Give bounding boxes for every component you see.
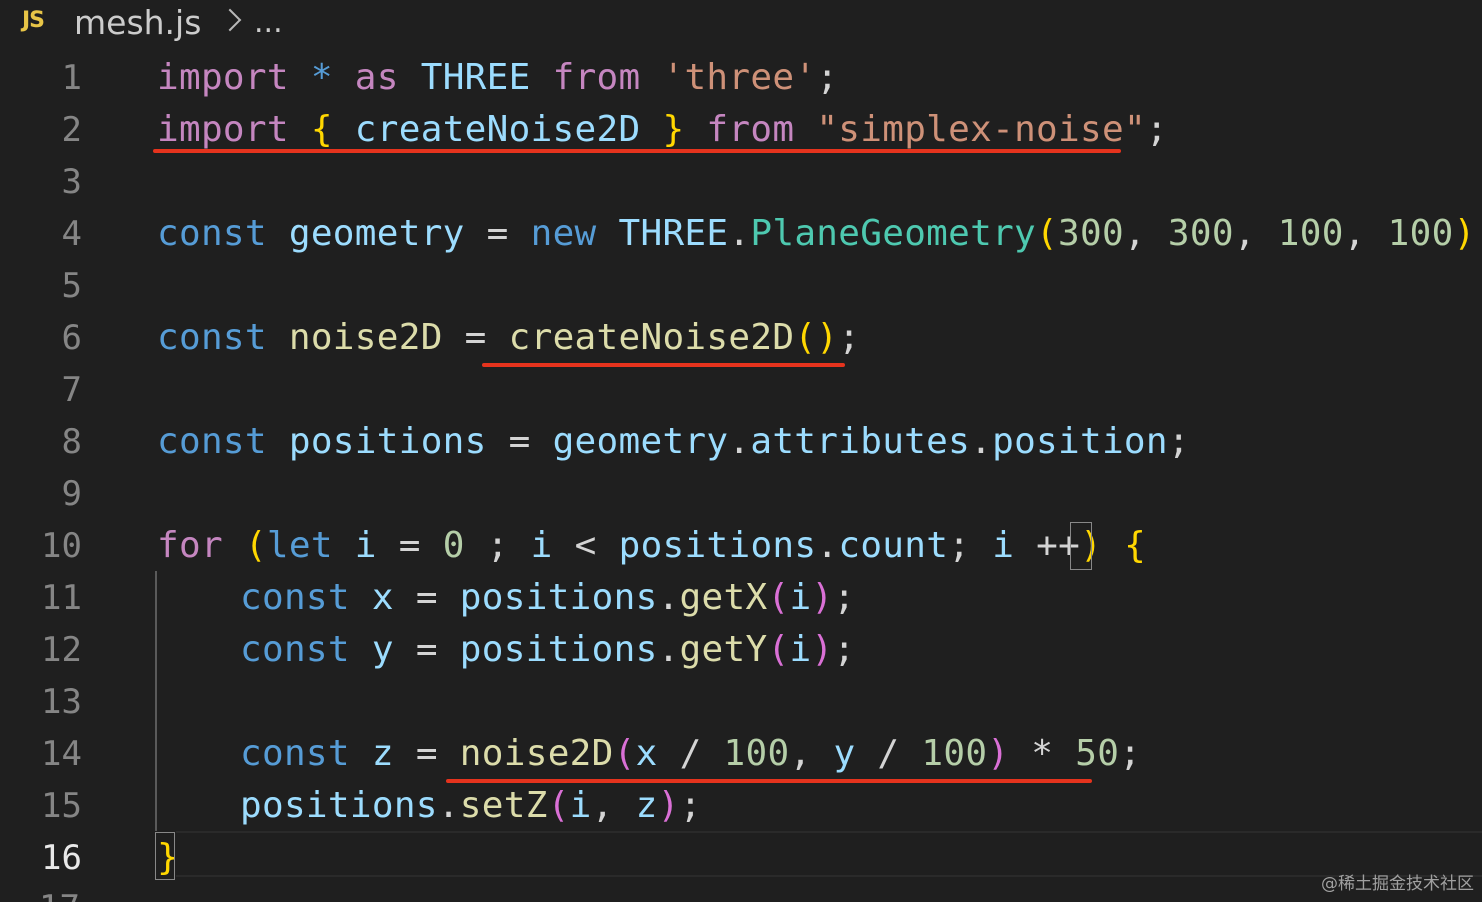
- line-number: 17: [0, 882, 80, 902]
- breadcrumb-file-name[interactable]: mesh.js: [74, 0, 201, 46]
- code-text[interactable]: const geometry = new THREE.PlaneGeometry…: [157, 208, 1482, 260]
- code-line-6[interactable]: 6 const noise2D = createNoise2D();: [0, 312, 1482, 364]
- line-number: 6: [61, 318, 82, 358]
- code-text[interactable]: const noise2D = createNoise2D();: [157, 312, 860, 364]
- code-line-10[interactable]: 10 for (let i = 0 ; i < positions.count;…: [0, 520, 1482, 572]
- code-text[interactable]: positions.setZ(i, z);: [240, 780, 702, 832]
- javascript-file-icon: JS: [22, 8, 45, 33]
- code-line-4[interactable]: 4 const geometry = new THREE.PlaneGeomet…: [0, 208, 1482, 260]
- code-line-14[interactable]: 14 const z = noise2D(x / 100, y / 100) *…: [0, 728, 1482, 780]
- code-editor[interactable]: JS mesh.js ... 1 import * as THREE from …: [0, 0, 1482, 902]
- code-text[interactable]: const positions = geometry.attributes.po…: [157, 416, 1190, 468]
- bracket-match-open: [1070, 522, 1092, 570]
- code-line-1[interactable]: 1 import * as THREE from 'three';: [0, 52, 1482, 104]
- code-line-5[interactable]: 5: [0, 260, 1482, 312]
- code-text[interactable]: const y = positions.getY(i);: [240, 624, 855, 676]
- code-line-16[interactable]: 16 }: [0, 832, 1482, 884]
- line-number: 9: [61, 474, 82, 514]
- code-line-13[interactable]: 13: [0, 676, 1482, 728]
- code-line-7[interactable]: 7: [0, 364, 1482, 416]
- line-number: 4: [61, 214, 82, 254]
- breadcrumb-more[interactable]: ...: [254, 0, 283, 46]
- line-number: 13: [41, 682, 82, 722]
- line-number: 8: [61, 422, 82, 462]
- code-line-9[interactable]: 9: [0, 468, 1482, 520]
- chevron-right-icon: [218, 8, 242, 32]
- line-number: 2: [61, 110, 82, 150]
- code-text[interactable]: const z = noise2D(x / 100, y / 100) * 50…: [240, 728, 1141, 780]
- code-line-8[interactable]: 8 const positions = geometry.attributes.…: [0, 416, 1482, 468]
- code-line-12[interactable]: 12 const y = positions.getY(i);: [0, 624, 1482, 676]
- line-number: 5: [61, 266, 82, 306]
- line-number: 1: [61, 58, 82, 98]
- line-number: 11: [41, 578, 82, 618]
- breadcrumb: JS mesh.js ...: [0, 0, 1482, 48]
- line-number: 7: [61, 370, 82, 410]
- code-line-15[interactable]: 15 positions.setZ(i, z);: [0, 780, 1482, 832]
- line-number: 12: [41, 630, 82, 670]
- bracket-match-close: [155, 832, 175, 880]
- line-number: 3: [61, 162, 82, 202]
- code-text[interactable]: for (let i = 0 ; i < positions.count; i …: [157, 520, 1146, 572]
- line-number-active: 16: [41, 838, 82, 878]
- code-line-11[interactable]: 11 const x = positions.getX(i);: [0, 572, 1482, 624]
- red-underline-import: [153, 149, 1121, 153]
- code-text[interactable]: import * as THREE from 'three';: [157, 52, 838, 104]
- line-number: 10: [41, 526, 82, 566]
- line-number: 15: [41, 786, 82, 826]
- line-number: 14: [41, 734, 82, 774]
- watermark: @稀土掘金技术社区: [1321, 874, 1474, 894]
- code-text[interactable]: const x = positions.getX(i);: [240, 572, 855, 624]
- code-line-3[interactable]: 3: [0, 156, 1482, 208]
